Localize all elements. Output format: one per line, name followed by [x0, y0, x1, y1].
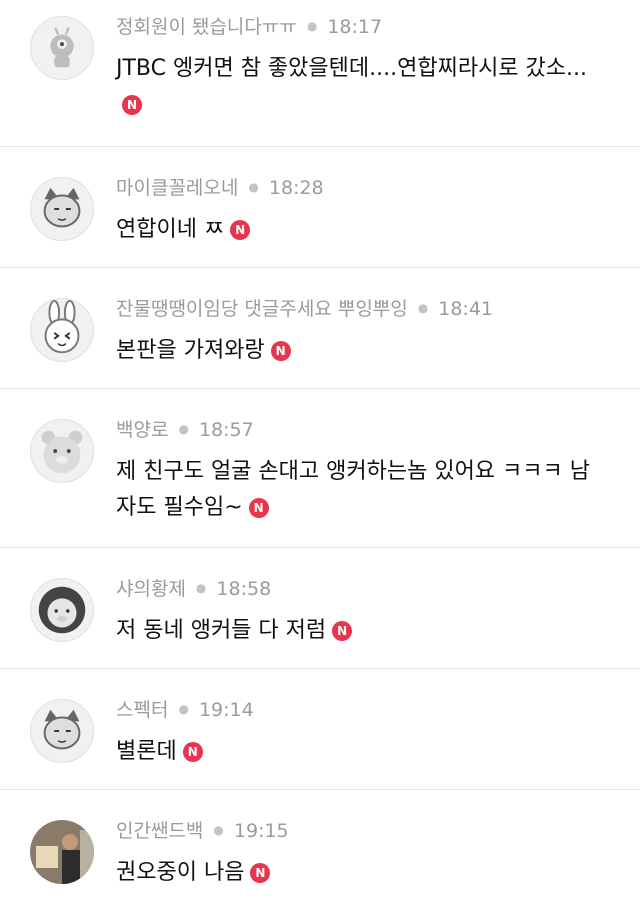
separator-dot: ● — [213, 823, 224, 837]
comment-item: 백양로 ● 18:57 제 친구도 얼굴 손대고 앵커하는놈 있어요 ㅋㅋㅋ 남자도… — [0, 389, 640, 548]
new-badge: N — [230, 220, 251, 240]
comment-author[interactable]: 인간쌘드백 — [116, 820, 203, 842]
cat-character-icon[interactable] — [30, 177, 94, 241]
comment-author[interactable]: 백양로 — [116, 419, 168, 441]
cat-character-icon[interactable] — [30, 699, 94, 763]
photo-avatar-icon[interactable] — [30, 820, 94, 884]
new-badge: N — [122, 95, 142, 115]
comment-meta: 인간쌘드백 ● 19:15 — [116, 818, 610, 843]
comment-text: 별론데 N — [116, 734, 610, 770]
separator-dot: ● — [178, 422, 189, 436]
comment-author[interactable]: 잔물땡땡이임당 댓글주세요 뿌잉뿌잉 — [116, 298, 408, 320]
comment-text-content: 저 동네 앵커들 다 저럼 — [116, 618, 327, 643]
comment-text: JTBC 엥커면 참 좋았을텐데....연합찌라시로 갔소... N — [116, 51, 610, 123]
comment-time: 18:28 — [268, 177, 324, 199]
comment-text-content: 제 친구도 얼굴 손대고 앵커하는놈 있어요 ㅋㅋㅋ 남자도 필수임~ — [116, 459, 590, 520]
comment-text: 저 동네 앵커들 다 저럼 N — [116, 613, 610, 649]
comment-text: 권오중이 나음 N — [116, 855, 610, 891]
comment-meta: 정회원이 됐습니다ㅠㅠ ● 18:17 — [116, 14, 610, 39]
new-badge: N — [332, 621, 353, 641]
comment-author[interactable]: 샤의황제 — [116, 578, 186, 600]
comment-text: 연합이네 ㅉN — [116, 212, 610, 248]
separator-dot: ● — [306, 19, 318, 33]
comment-text-content: JTBC 엥커면 참 좋았을텐데....연합찌라시로 갔소... — [116, 56, 588, 81]
comment-text-content: 별론데 — [116, 739, 177, 764]
new-badge: N — [250, 863, 271, 883]
separator-dot: ● — [178, 702, 189, 716]
comment-text: 본판을 가져와랑 N — [116, 333, 610, 369]
comment-time: 19:14 — [198, 699, 254, 721]
comment-text: 제 친구도 얼굴 손대고 앵커하는놈 있어요 ㅋㅋㅋ 남자도 필수임~ N — [116, 454, 610, 526]
comment-author[interactable]: 마이클꼴레오네 — [116, 177, 238, 199]
lion-character-icon[interactable] — [30, 578, 94, 642]
comment-time: 19:15 — [233, 820, 289, 842]
rabbit-character-icon[interactable] — [30, 298, 94, 362]
new-badge: N — [248, 498, 269, 518]
comment-meta: 마이클꼴레오네 ● 18:28 — [116, 175, 610, 200]
bear-character-icon[interactable] — [30, 419, 94, 483]
comment-list: 정회원이 됐습니다ㅠㅠ ● 18:17 JTBC 엥커면 참 좋았을텐데....연합… — [0, 0, 640, 918]
comment-item: 스펙터 ● 19:14 별론데 N — [0, 669, 640, 790]
comment-time: 18:57 — [198, 419, 254, 441]
alien-character-icon[interactable] — [30, 16, 94, 80]
comment-text-content: 연합이네 ㅉ — [116, 217, 225, 242]
separator-dot: ● — [195, 581, 207, 595]
comment-item: 정회원이 됐습니다ㅠㅠ ● 18:17 JTBC 엥커면 참 좋았을텐데....연합… — [0, 0, 640, 147]
new-badge: N — [270, 341, 291, 361]
comment-meta: 스펙터 ● 19:14 — [116, 697, 610, 722]
comment-time: 18:58 — [216, 578, 272, 600]
comment-item: 잔물땡땡이임당 댓글주세요 뿌잉뿌잉 ● 18:41 본판을 가져와랑 N — [0, 268, 640, 389]
comment-author[interactable]: 스펙터 — [116, 699, 168, 721]
comment-item: 샤의황제 ● 18:58 저 동네 앵커들 다 저럼 N — [0, 548, 640, 669]
comment-item: 마이클꼴레오네 ● 18:28 연합이네 ㅉN — [0, 147, 640, 268]
separator-dot: ● — [417, 301, 429, 315]
comment-item: 인간쌘드백 ● 19:15 권오중이 나음 N — [0, 790, 640, 918]
comment-time: 18:17 — [327, 16, 383, 38]
comment-meta: 백양로 ● 18:57 — [116, 417, 610, 442]
comment-time: 18:41 — [438, 298, 494, 320]
comment-meta: 잔물땡땡이임당 댓글주세요 뿌잉뿌잉 ● 18:41 — [116, 296, 610, 321]
comment-author[interactable]: 정회원이 됐습니다ㅠㅠ — [116, 16, 297, 38]
separator-dot: ● — [248, 180, 259, 194]
comment-text-content: 본판을 가져와랑 — [116, 338, 265, 363]
comment-meta: 샤의황제 ● 18:58 — [116, 576, 610, 601]
new-badge: N — [182, 742, 203, 762]
comment-text-content: 권오중이 나음 — [116, 860, 245, 885]
